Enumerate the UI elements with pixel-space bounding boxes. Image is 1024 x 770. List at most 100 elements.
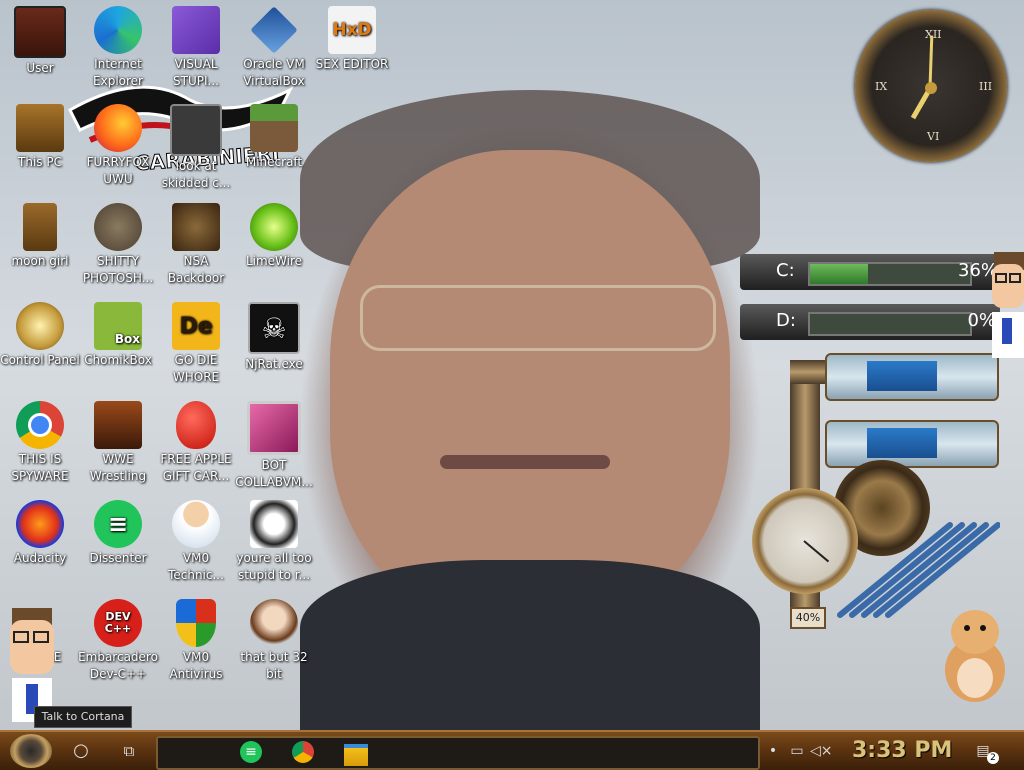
tray-chevron-icon[interactable]: •: [762, 740, 784, 762]
drive-c-meter[interactable]: C: 36%: [740, 254, 1000, 290]
desktop-icon-this-pc[interactable]: This PC: [0, 100, 80, 196]
visual-studio-icon: [172, 6, 220, 54]
chrome-taskbar-icon[interactable]: [292, 741, 318, 765]
desktop-icon-nsa-backdoor[interactable]: NSA Backdoor: [156, 199, 236, 295]
desktop-icon-youre-stupid[interactable]: youre all too stupid to r...: [234, 496, 314, 592]
desktop-icon-moon-girl[interactable]: moon girl: [0, 199, 80, 295]
tube-water-icon: [867, 428, 937, 458]
desktop-icon-skidded[interactable]: look at skidded c...: [156, 100, 236, 196]
desktop-icon-vm0-technician[interactable]: VM0 Technic...: [156, 496, 236, 592]
ram-tube-meter[interactable]: [825, 420, 999, 468]
gauge-value: 40%: [790, 607, 826, 629]
desktop-icon-label: Audacity: [13, 551, 67, 565]
cortana-tooltip: Talk to Cortana: [34, 706, 132, 728]
desktop-icon-dissenter[interactable]: ≡ Dissenter: [78, 496, 158, 592]
window-stack-icon: [170, 104, 222, 156]
desktop-icon-label: Internet Explorer: [93, 57, 143, 88]
desktop-icon-label: NSA Backdoor: [167, 254, 225, 285]
cortana-circle-icon[interactable]: ○: [68, 738, 94, 764]
desktop-icon-vm0-antivirus[interactable]: VM0 Antivirus: [156, 595, 236, 691]
drive-letter: C:: [776, 260, 795, 281]
wallpaper-mouth: [440, 455, 610, 469]
desktop-icon-firefox[interactable]: FURRYFOX UWU: [78, 100, 158, 196]
drive-usage-fill: [810, 264, 868, 284]
desktop-icon-limewire[interactable]: LimeWire: [234, 199, 314, 295]
desktop-icon-label: WWE Wrestling: [89, 452, 147, 483]
drive-d-meter[interactable]: D: 0%: [740, 304, 1000, 340]
audacity-icon: [16, 500, 64, 548]
chrome-icon: [16, 401, 64, 449]
hamster-box-icon: Box: [94, 302, 142, 350]
desktop-icon-label: LimeWire: [245, 254, 303, 268]
dissenter-taskbar-icon[interactable]: ≡: [240, 741, 266, 765]
wallpaper-shirt: [300, 560, 760, 730]
desktop-icon-user[interactable]: User: [0, 2, 80, 98]
desktop-icon-label: moon girl: [11, 254, 69, 268]
desktop-icon-label: Embarcadero Dev-C++: [78, 650, 158, 681]
desktop-icon-dev-cpp[interactable]: DEV C++ Embarcadero Dev-C++: [78, 595, 158, 691]
lightbulb-icon: [16, 302, 64, 350]
desktop-icon-chrome[interactable]: THIS IS SPYWARE: [0, 397, 80, 493]
desktop-icon-label: SEX EDITOR: [315, 57, 389, 71]
cabinet-icon: [14, 6, 66, 58]
desktop-icon-minecraft[interactable]: Minecraft: [234, 100, 314, 196]
clock-minute-hand-icon: [928, 35, 934, 88]
desktop-icon-label: BOT COLLABVM...: [235, 458, 313, 489]
notification-count-badge: 2: [987, 752, 999, 764]
desktop-icon-label: SHITTY PHOTOSH...: [82, 254, 154, 285]
chomikbox-icon-text: Box: [114, 332, 140, 346]
desktop-icon-internet-explorer[interactable]: Internet Explorer: [78, 2, 158, 98]
lady-portrait-icon: [250, 599, 298, 647]
cartoon-character-icon: [992, 252, 1024, 358]
cartoon-character-icon: [10, 608, 54, 722]
desktop-icon-control-panel[interactable]: Control Panel: [0, 298, 80, 394]
system-tray: • ▭ ◁× 3:33 PM ▤ 2: [762, 736, 1024, 766]
taskbar-clock[interactable]: 3:33 PM: [852, 736, 952, 766]
desktop-icon-label: FREE APPLE GIFT CAR...: [160, 452, 232, 483]
desktop-icon-label: NjRat.exe: [245, 357, 303, 371]
monitor-icon: [247, 401, 301, 455]
taskbar: ○ ⧉ ≡ • ▭ ◁× 3:33 PM ▤ 2: [0, 730, 1024, 770]
desktop-icon-apple-gift[interactable]: FREE APPLE GIFT CAR...: [156, 397, 236, 493]
file-explorer-taskbar-icon[interactable]: [344, 741, 370, 766]
taskbar-apps: ≡: [156, 736, 760, 770]
desktop-icon-bot-collabvm[interactable]: BOT COLLABVM...: [234, 397, 314, 493]
firefox-icon: [94, 104, 142, 152]
desktop-icon-go-die[interactable]: De GO DIE WHORE: [156, 298, 236, 394]
desktop-icon-label: User: [26, 61, 54, 75]
desktop-icon-hex-editor[interactable]: HxD SEX EDITOR: [312, 2, 392, 98]
steampunk-gear-icon: [172, 203, 220, 251]
dissenter-icon: ≡: [94, 500, 142, 548]
desktop-icon-label: FURRYFOX UWU: [86, 155, 150, 186]
skull-icon: ☠: [248, 302, 300, 354]
desktop-icon-label: youre all too stupid to r...: [236, 551, 312, 582]
clock-widget[interactable]: XII III VI IX: [855, 10, 1007, 162]
desktop-icon-32bit[interactable]: that but 32 bit: [234, 595, 314, 691]
volume-muted-icon[interactable]: ◁×: [810, 740, 833, 762]
desktop-icon-label: Dissenter: [89, 551, 147, 565]
desktop-icon-wwe[interactable]: WWE Wrestling: [78, 397, 158, 493]
network-icon[interactable]: ▭: [786, 740, 808, 762]
desktop-icon-chomikbox[interactable]: Box ChomikBox: [78, 298, 158, 394]
hxd-icon: HxD: [328, 6, 376, 54]
wallpaper-face: [330, 150, 730, 620]
start-button[interactable]: [10, 734, 52, 768]
desktop-icon-visual-studio[interactable]: VISUAL STUPI...: [156, 2, 236, 98]
task-view-icon[interactable]: ⧉: [116, 738, 142, 764]
desktop-icon-label: that but 32 bit: [240, 650, 308, 681]
desktop-icon-gimp[interactable]: SHITTY PHOTOSH...: [78, 199, 158, 295]
apple-icon: [176, 401, 216, 449]
desktop-icon-audacity[interactable]: Audacity: [0, 496, 80, 592]
cpu-tube-meter[interactable]: [825, 353, 999, 401]
clock-numeral-icon: XII: [925, 28, 942, 41]
edge-icon: [94, 6, 142, 54]
gimp-icon: [94, 203, 142, 251]
wallpaper-glasses: [360, 285, 716, 351]
dev-cpp-icon: DEV C++: [94, 599, 142, 647]
desktop-icon-njrat[interactable]: ☠ NjRat.exe: [234, 298, 314, 394]
drive-usage-bar: [808, 262, 972, 286]
desktop-icon-virtualbox[interactable]: Oracle VM VirtualBox: [234, 2, 314, 98]
doctor-icon: [172, 500, 220, 548]
clock-center-icon: [925, 82, 937, 94]
clock-numeral-icon: VI: [927, 130, 940, 143]
